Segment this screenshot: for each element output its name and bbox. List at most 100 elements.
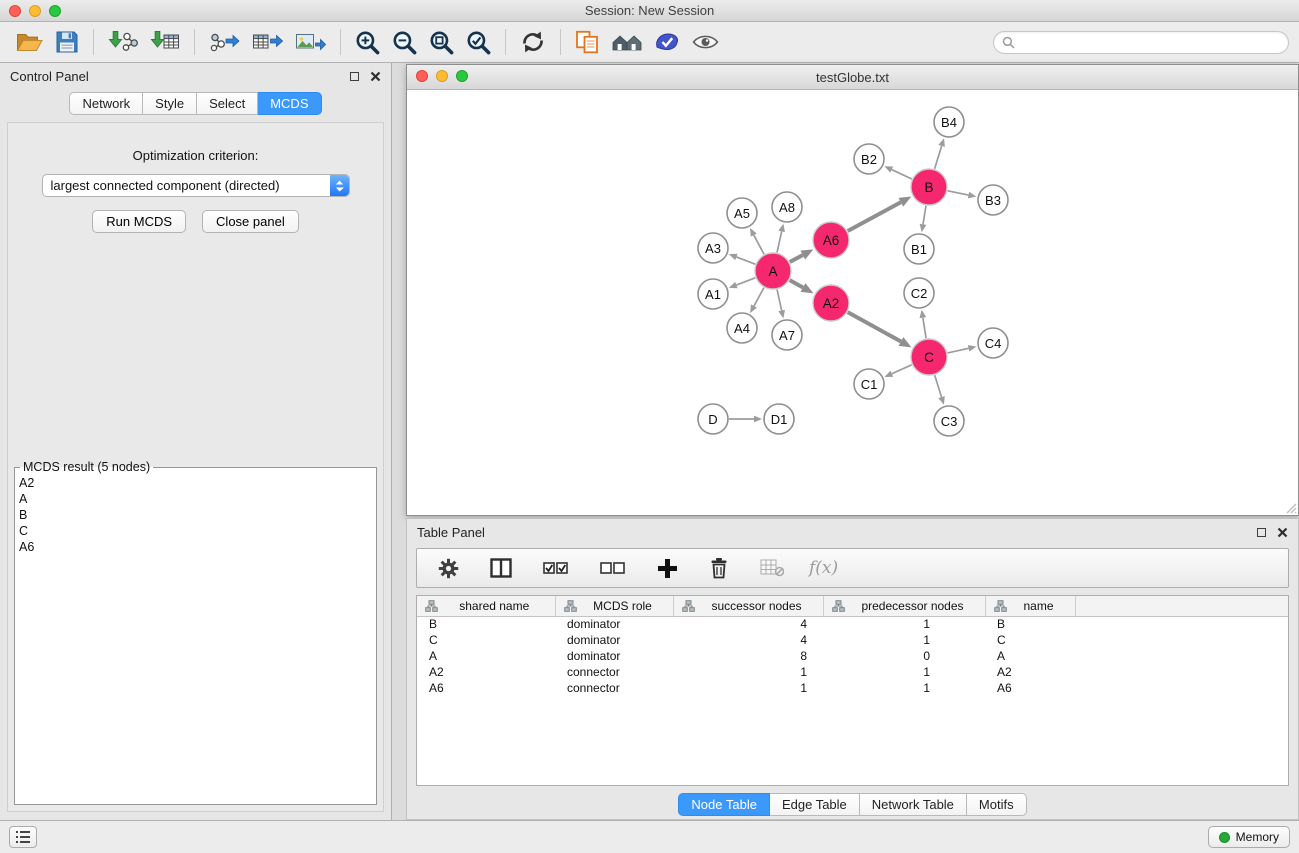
table-panel-title: Table Panel (417, 525, 485, 540)
zoom-in-button[interactable] (349, 26, 386, 58)
mcds-result-item[interactable]: A (19, 491, 372, 507)
table-cell: 4 (673, 616, 823, 632)
graph-edge-A-A2[interactable] (790, 280, 803, 287)
zoom-window-icon[interactable] (49, 5, 61, 17)
graph-edge-B-B3[interactable] (948, 191, 969, 195)
task-history-button[interactable] (9, 826, 37, 848)
clone-network-button[interactable] (569, 26, 606, 58)
table-row[interactable]: Adominator80A (417, 648, 1288, 664)
memory-status-icon (1219, 832, 1230, 843)
graph-edge-C-C2[interactable] (923, 318, 926, 339)
column-header-mcds-role[interactable]: MCDS role (555, 596, 673, 616)
mcds-result-item[interactable]: C (19, 523, 372, 539)
graph-edge-C-C3[interactable] (935, 375, 942, 397)
memory-button[interactable]: Memory (1208, 826, 1290, 848)
network-zoom-icon[interactable] (456, 70, 468, 82)
table-row[interactable]: Bdominator41B (417, 616, 1288, 632)
export-network-icon (209, 30, 240, 54)
graph-edge-C-C1[interactable] (892, 365, 912, 374)
graph-edge-A2-C[interactable] (848, 312, 901, 341)
refresh-button[interactable] (514, 26, 552, 58)
table-cell-filler (1075, 632, 1288, 648)
column-header-shared-name[interactable]: shared name (417, 596, 555, 616)
delete-column-button[interactable] (703, 552, 735, 584)
export-network-button[interactable] (203, 26, 246, 58)
graph-node-label: A5 (734, 206, 750, 221)
graph-edge-A6-B[interactable] (848, 202, 901, 231)
graph-edge-A-A1[interactable] (736, 278, 755, 285)
tab-network-table[interactable]: Network Table (860, 793, 967, 816)
search-input[interactable] (1020, 35, 1280, 50)
show-hide-button[interactable] (686, 26, 725, 58)
minimize-window-icon[interactable] (29, 5, 41, 17)
close-table-panel-icon[interactable] (1277, 527, 1288, 538)
network-window-titlebar[interactable]: testGlobe.txt (407, 65, 1298, 90)
graph-edge-B-B1[interactable] (923, 206, 926, 225)
tab-select[interactable]: Select (197, 92, 258, 115)
close-panel-icon[interactable] (370, 71, 381, 82)
resize-grip-icon[interactable] (1284, 501, 1297, 514)
graph-edge-A-A7[interactable] (777, 290, 782, 311)
float-table-panel-icon[interactable] (1257, 528, 1266, 537)
graph-edge-arrow-icon (920, 224, 927, 232)
graph-edge-C-C4[interactable] (948, 348, 969, 353)
mcds-result-item[interactable]: B (19, 507, 372, 523)
search-field[interactable] (993, 31, 1289, 54)
network-close-icon[interactable] (416, 70, 428, 82)
tab-motifs[interactable]: Motifs (967, 793, 1027, 816)
style-check-button[interactable] (648, 26, 686, 58)
network-graph[interactable]: B4B2BB3A5A8A6B1A3AC2A1A2A4A7C4CC1C3DD1 (407, 90, 1298, 515)
graph-edge-B-B2[interactable] (892, 170, 912, 179)
criterion-dropdown[interactable]: largest connected component (directed) (42, 174, 350, 197)
table-row[interactable]: A6connector11A6 (417, 680, 1288, 696)
tab-network[interactable]: Network (69, 92, 143, 115)
run-mcds-button[interactable]: Run MCDS (92, 210, 186, 233)
graph-edge-A-A5[interactable] (754, 235, 764, 254)
mcds-result-item[interactable]: A6 (19, 539, 372, 555)
mcds-result-item[interactable]: A2 (19, 475, 372, 491)
save-session-button[interactable] (49, 26, 85, 58)
columns-icon (490, 558, 512, 578)
zoom-fit-button[interactable] (423, 26, 460, 58)
show-columns-button[interactable] (484, 552, 518, 584)
toolbar-separator (505, 29, 506, 55)
graph-edge-A-A8[interactable] (777, 231, 782, 252)
column-header-successor-nodes[interactable]: successor nodes (673, 596, 823, 616)
import-network-button[interactable] (102, 26, 144, 58)
column-header-name[interactable]: name (985, 596, 1075, 616)
graph-edge-A-A3[interactable] (736, 257, 755, 264)
export-image-button[interactable] (289, 26, 332, 58)
graph-edge-B-B4[interactable] (935, 146, 942, 169)
close-window-icon[interactable] (9, 5, 21, 17)
tab-mcds[interactable]: MCDS (258, 92, 321, 115)
graph-node-label: A2 (823, 296, 840, 311)
graph-edge-A-A4[interactable] (754, 288, 764, 306)
import-table-button[interactable] (144, 26, 186, 58)
export-table-button[interactable] (246, 26, 289, 58)
application-window: Session: New Session Cont (0, 0, 1299, 853)
table-row[interactable]: Cdominator41C (417, 632, 1288, 648)
close-panel-button[interactable]: Close panel (202, 210, 299, 233)
reset-views-button[interactable] (606, 26, 648, 58)
graph-edge-A-A6[interactable] (790, 255, 803, 262)
zoom-selected-button[interactable] (460, 26, 497, 58)
graph-node-label: C (924, 350, 934, 365)
open-session-button[interactable] (10, 26, 49, 58)
node-table-head-row: shared nameMCDS rolesuccessor nodesprede… (417, 596, 1288, 616)
network-canvas[interactable]: B4B2BB3A5A8A6B1A3AC2A1A2A4A7C4CC1C3DD1 (407, 90, 1298, 515)
table-cell: 8 (673, 648, 823, 664)
add-column-button[interactable] (651, 552, 684, 584)
table-row[interactable]: A2connector11A2 (417, 664, 1288, 680)
graph-node-label: B2 (861, 152, 877, 167)
table-settings-button[interactable] (432, 552, 465, 584)
status-bar: Memory (0, 820, 1299, 853)
zoom-out-button[interactable] (386, 26, 423, 58)
network-minimize-icon[interactable] (436, 70, 448, 82)
tab-style[interactable]: Style (143, 92, 197, 115)
tab-node-table[interactable]: Node Table (678, 793, 770, 816)
float-panel-icon[interactable] (350, 72, 359, 81)
column-header-predecessor-nodes[interactable]: predecessor nodes (823, 596, 985, 616)
select-all-columns-button[interactable] (537, 552, 575, 584)
unselect-all-columns-button[interactable] (594, 552, 632, 584)
tab-edge-table[interactable]: Edge Table (770, 793, 860, 816)
